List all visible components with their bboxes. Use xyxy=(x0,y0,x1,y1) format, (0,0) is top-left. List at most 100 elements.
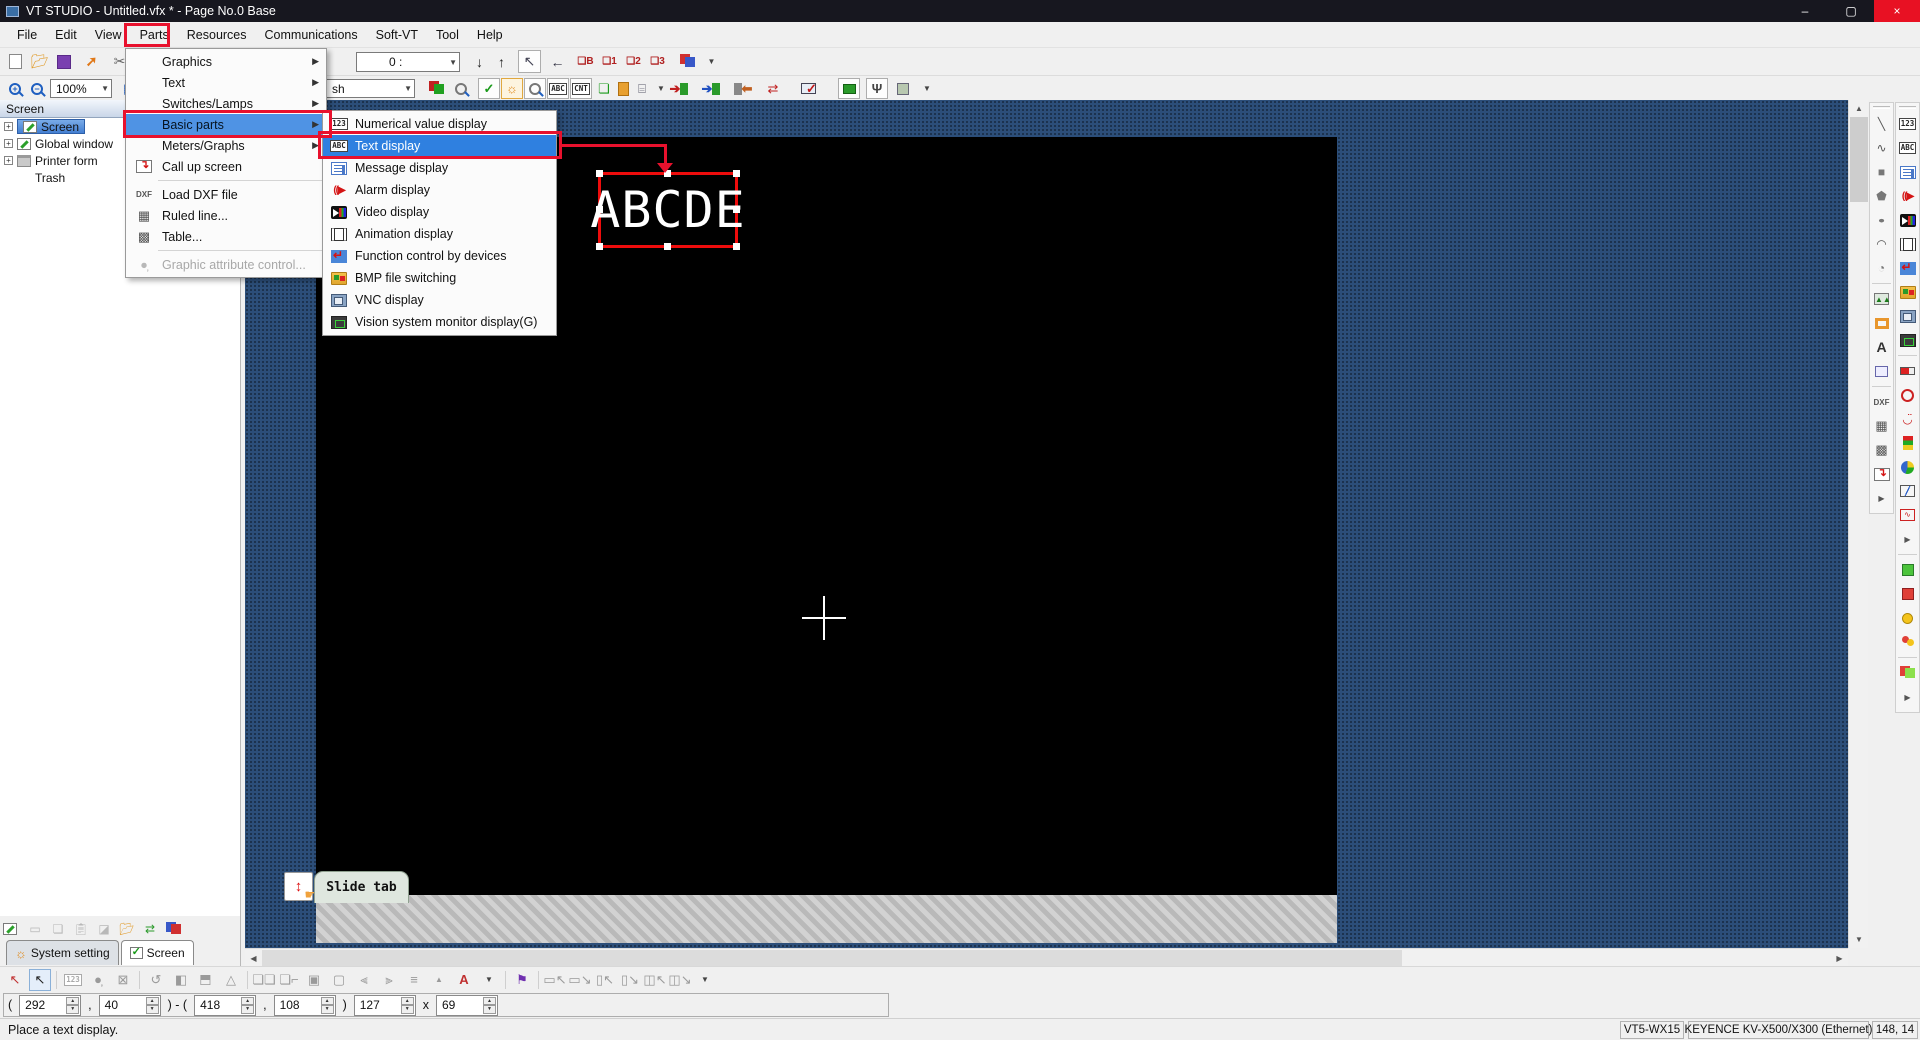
select-icon[interactable]: ↖ xyxy=(29,969,51,991)
zoom-level-combo[interactable]: 100% ▼ xyxy=(50,79,112,98)
menu-resources[interactable]: Resources xyxy=(178,22,256,47)
more-graphics-icon[interactable]: ▶ xyxy=(1870,486,1893,510)
format-brush-icon[interactable]: ◪ xyxy=(94,919,114,939)
vertical-scrollbar[interactable]: ▲ ▼ xyxy=(1848,100,1868,948)
slide-tab[interactable]: Slide tab xyxy=(314,871,409,903)
height-spinner[interactable]: 69▲▼ xyxy=(436,995,498,1016)
copy-icon[interactable]: ❏ xyxy=(48,919,68,939)
menu-tool[interactable]: Tool xyxy=(427,22,468,47)
numerical-value-display-icon[interactable]: 123 xyxy=(1896,112,1919,136)
expand-icon[interactable]: + xyxy=(4,122,13,131)
menu-soft-vt[interactable]: Soft-VT xyxy=(367,22,427,47)
menu-communications[interactable]: Communications xyxy=(256,22,367,47)
menu-item-call-up-screen[interactable]: Call up screen xyxy=(126,156,326,177)
send-back-icon[interactable]: ▢ xyxy=(328,969,350,991)
zoom-in-icon[interactable]: + xyxy=(4,78,26,99)
cnt-display-icon[interactable]: CNT xyxy=(570,78,592,99)
switch-red-icon[interactable] xyxy=(1896,582,1919,606)
menu-item-load-dxf[interactable]: DXFLoad DXF file xyxy=(126,184,326,205)
flip-vertical-icon[interactable]: ◧ xyxy=(195,969,217,991)
monitor-check-icon[interactable]: ✓ xyxy=(798,78,820,99)
part-attribute-icon[interactable]: 123 xyxy=(62,969,84,991)
expand-icon[interactable]: + xyxy=(4,139,13,148)
layer-stack-icon[interactable] xyxy=(676,50,699,73)
spin-down-icon[interactable]: ▼ xyxy=(241,1005,254,1014)
menu-item-switches-lamps[interactable]: Switches/Lamps▶ xyxy=(126,93,326,114)
back-icon[interactable]: ← xyxy=(546,50,569,73)
expand-icon[interactable]: + xyxy=(4,156,13,165)
send-icon[interactable]: ➚ xyxy=(80,50,103,73)
select-rect-icon[interactable]: ▭ xyxy=(25,919,45,939)
select-part-icon[interactable]: ↖ xyxy=(518,50,541,73)
meter-icon[interactable] xyxy=(1896,359,1919,383)
save-icon[interactable] xyxy=(52,50,75,73)
menu-help[interactable]: Help xyxy=(468,22,512,47)
table-tool-icon[interactable]: ▩ xyxy=(1870,438,1893,462)
lamp-icon[interactable] xyxy=(1896,606,1919,630)
vnc-display-icon[interactable] xyxy=(1896,304,1919,328)
trend-graph-icon[interactable]: ∿ xyxy=(1896,503,1919,527)
ungroup-icon[interactable]: ❏⌐ xyxy=(278,969,300,991)
spin-up-icon[interactable]: ▲ xyxy=(66,997,79,1006)
group-icon[interactable]: ❏❏ xyxy=(253,969,275,991)
part-number-combo[interactable]: 0 : ▼ xyxy=(356,52,460,72)
resize-handle[interactable] xyxy=(733,206,740,213)
alarm-display-icon[interactable]: ((▶ xyxy=(1896,184,1919,208)
spin-down-icon[interactable]: ▼ xyxy=(66,1005,79,1014)
page-convert-icon[interactable]: ⇄ xyxy=(140,919,160,939)
needle-meter-icon[interactable]: ◡̈ xyxy=(1896,407,1919,431)
vision-system-monitor-icon[interactable] xyxy=(1896,328,1919,352)
send-to-vt-icon[interactable]: ➔ xyxy=(668,78,690,99)
menu-edit[interactable]: Edit xyxy=(46,22,86,47)
polygon-tool-icon[interactable]: ⬟ xyxy=(1870,184,1893,208)
resize-handle[interactable] xyxy=(596,243,603,250)
gear-icon[interactable]: ☼ xyxy=(501,78,523,99)
overlap-3-icon[interactable]: ❏3 xyxy=(646,50,669,73)
ellipse-tool-icon[interactable]: ● xyxy=(1870,208,1893,232)
font-dropdown-icon[interactable]: ▼ xyxy=(478,969,500,991)
slide-tab-icon[interactable]: ↕ ☛ xyxy=(284,872,313,901)
ruled-line-tool-icon[interactable]: ▦ xyxy=(1870,414,1893,438)
spin-down-icon[interactable]: ▼ xyxy=(401,1005,414,1014)
menu-item-text[interactable]: Text▶ xyxy=(126,72,326,93)
spin-down-icon[interactable]: ▼ xyxy=(146,1005,159,1014)
arrange-dropdown-icon[interactable]: ▲ xyxy=(428,969,450,991)
menu-item-basic-parts[interactable]: Basic parts▶ xyxy=(126,114,326,135)
y2-spinner[interactable]: 108▲▼ xyxy=(274,995,336,1016)
multi-lamp-icon[interactable] xyxy=(1896,630,1919,654)
preview-icon[interactable] xyxy=(450,78,472,99)
send-usb-icon[interactable]: ➔ xyxy=(700,78,722,99)
switch-green-icon[interactable] xyxy=(1896,558,1919,582)
tab-system-setting[interactable]: ☼ System setting xyxy=(6,940,119,965)
image-tool-icon[interactable]: ▲▲ xyxy=(1870,287,1893,311)
resize-handle[interactable] xyxy=(664,243,671,250)
overlap-1-icon[interactable]: ❏1 xyxy=(598,50,621,73)
message-display-icon[interactable] xyxy=(1896,160,1919,184)
submenu-item-bmp-file-switching[interactable]: BMP file switching xyxy=(323,267,556,289)
bar-graph-icon[interactable] xyxy=(1896,431,1919,455)
zoom-doc-icon[interactable] xyxy=(524,78,546,99)
resize-handle[interactable] xyxy=(596,206,603,213)
spin-down-icon[interactable]: ▼ xyxy=(321,1005,334,1014)
spin-up-icon[interactable]: ▲ xyxy=(241,997,254,1006)
zoom-out-icon[interactable]: − xyxy=(26,78,48,99)
submenu-item-vision-system-monitor[interactable]: Vision system monitor display(G) xyxy=(323,311,556,333)
function-control-icon[interactable] xyxy=(1896,256,1919,280)
balloon-tool-icon[interactable] xyxy=(1870,359,1893,383)
horizontal-scrollbar[interactable]: ◀ ▶ xyxy=(245,948,1848,966)
align-left-icon[interactable]: ⫷ xyxy=(353,969,375,991)
minimize-icon[interactable]: – xyxy=(1782,0,1828,22)
scrollbar-thumb[interactable] xyxy=(262,950,1402,966)
menu-item-table[interactable]: ▩Table... xyxy=(126,226,326,247)
parts-stack-icon[interactable] xyxy=(1896,661,1919,685)
select-mode-3-icon[interactable]: ▯↖ xyxy=(594,969,616,991)
sync-both-icon[interactable]: ⇄ xyxy=(762,78,784,99)
move-down-icon[interactable]: ↓ xyxy=(468,50,491,73)
delete-icon[interactable]: ⊠ xyxy=(112,969,134,991)
x2-spinner[interactable]: 418▲▼ xyxy=(194,995,256,1016)
select-mode-1-icon[interactable]: ▭↖ xyxy=(544,969,566,991)
polyline-tool-icon[interactable]: ∿ xyxy=(1870,136,1893,160)
layer-stack-dropdown-icon[interactable]: ▼ xyxy=(700,50,723,73)
rotate-icon[interactable]: ↺ xyxy=(145,969,167,991)
tab-screen[interactable]: Screen xyxy=(121,940,194,965)
